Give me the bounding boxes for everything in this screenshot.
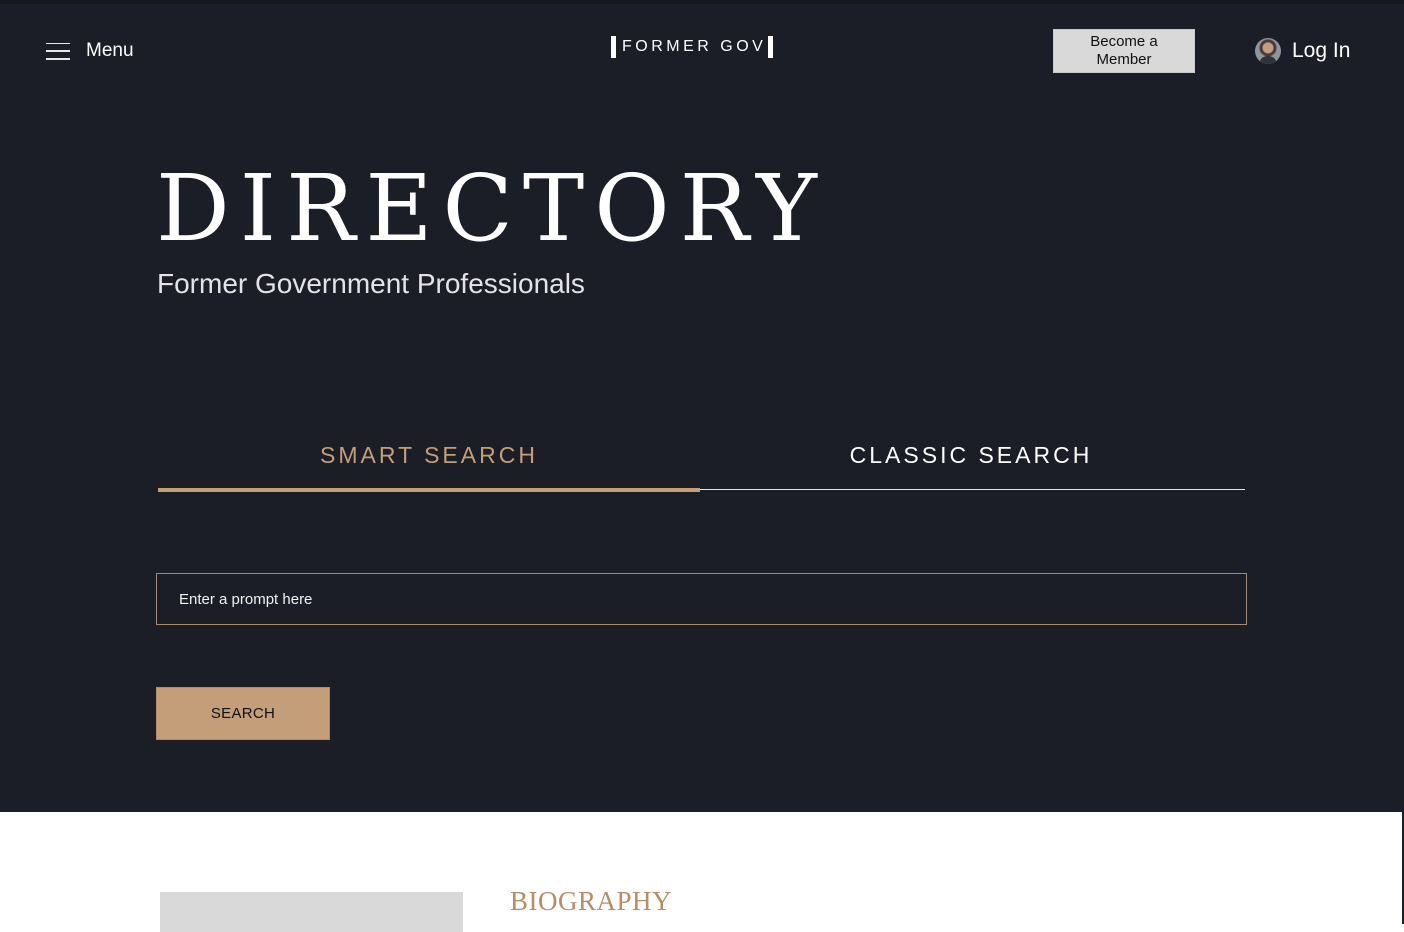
page-subtitle: Former Government Professionals	[157, 268, 585, 299]
search-tabs: SMART SEARCH CLASSIC SEARCH	[158, 434, 1245, 494]
site-logo[interactable]: FORMER GOV	[611, 35, 774, 59]
logo-right-bar	[768, 36, 774, 58]
login-link[interactable]: Log In	[1255, 37, 1350, 65]
tab-smart-search[interactable]: SMART SEARCH	[158, 434, 700, 492]
become-member-button[interactable]: Become a Member	[1053, 29, 1195, 73]
prompt-input[interactable]	[156, 573, 1247, 625]
logo-text: FORMER GOV	[622, 38, 767, 55]
search-button[interactable]: SEARCH	[156, 687, 330, 740]
biography-heading: BIOGRAPHY	[510, 886, 673, 916]
biography-photo-placeholder	[160, 892, 463, 932]
hamburger-menu-icon	[46, 42, 70, 60]
menu-label: Menu	[86, 40, 134, 61]
menu-button[interactable]: Menu	[46, 34, 134, 68]
hero-section: Menu FORMER GOV Become a Member Log In D…	[0, 0, 1404, 812]
page-title: DIRECTORY	[156, 155, 827, 262]
login-label: Log In	[1292, 39, 1351, 62]
tab-classic-search[interactable]: CLASSIC SEARCH	[700, 434, 1242, 492]
user-avatar	[1255, 38, 1281, 64]
